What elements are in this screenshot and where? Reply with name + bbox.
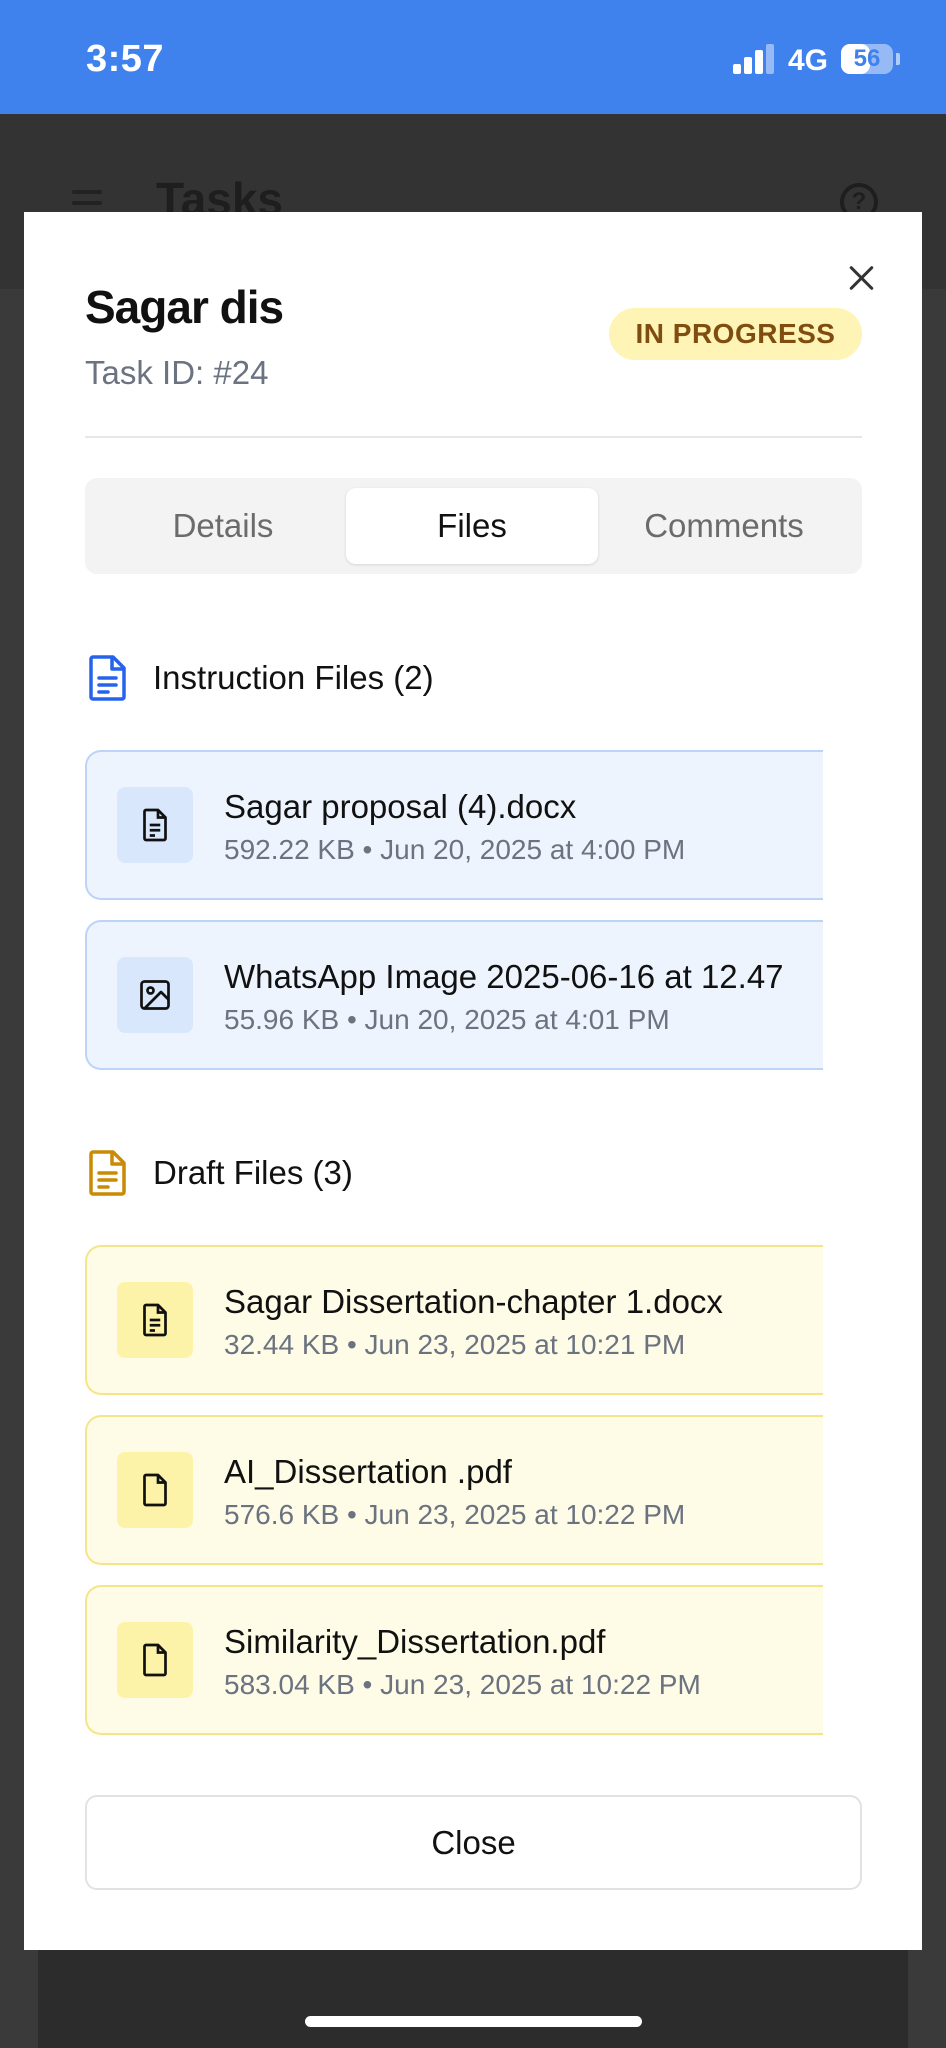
task-id: Task ID: #24	[85, 354, 269, 391]
status-badge: IN PROGRESS	[609, 308, 862, 360]
file-card[interactable]: Similarity_Dissertation.pdf 583.04 KB • …	[85, 1585, 823, 1735]
file-meta: 576.6 KB • Jun 23, 2025 at 10:22 PM	[224, 1499, 686, 1530]
divider	[85, 436, 862, 438]
file-card[interactable]: Sagar proposal (4).docx 592.22 KB • Jun …	[85, 750, 823, 900]
file-meta: 592.22 KB • Jun 20, 2025 at 4:00 PM	[224, 834, 686, 865]
signal-icon	[733, 44, 775, 74]
document-icon	[117, 1282, 193, 1358]
file-name: AI_Dissertation .pdf	[224, 1453, 512, 1490]
status-time: 3:57	[86, 38, 165, 80]
battery-icon: 56	[841, 44, 893, 74]
background-card	[38, 1950, 908, 2048]
file-card[interactable]: Sagar Dissertation-chapter 1.docx 32.44 …	[85, 1245, 823, 1395]
file-name: Similarity_Dissertation.pdf	[224, 1623, 606, 1660]
file-name: Sagar proposal (4).docx	[224, 788, 577, 825]
file-meta: 55.96 KB • Jun 20, 2025 at 4:01 PM	[224, 1004, 670, 1035]
file-name: Sagar Dissertation-chapter 1.docx	[224, 1283, 723, 1320]
close-button[interactable]: Close	[85, 1795, 862, 1890]
network-type: 4G	[788, 44, 829, 77]
document-icon	[89, 1150, 126, 1196]
file-card[interactable]: WhatsApp Image 2025-06-16 at 12.47 55.96…	[85, 920, 823, 1070]
document-icon	[89, 655, 126, 701]
file-icon	[117, 1622, 193, 1698]
tab-comments[interactable]: Comments	[598, 488, 850, 564]
instruction-files-heading: Instruction Files (2)	[153, 659, 434, 696]
tab-files[interactable]: Files	[346, 488, 598, 564]
close-icon[interactable]	[836, 252, 888, 304]
file-meta: 32.44 KB • Jun 23, 2025 at 10:21 PM	[224, 1329, 686, 1360]
tab-details[interactable]: Details	[97, 488, 349, 564]
home-indicator[interactable]	[305, 2016, 642, 2027]
battery-level: 56	[853, 45, 881, 72]
file-icon	[117, 1452, 193, 1528]
task-title: Sagar dis	[85, 281, 284, 333]
draft-files-heading: Draft Files (3)	[153, 1154, 353, 1191]
image-icon	[117, 957, 193, 1033]
document-icon	[117, 787, 193, 863]
file-name: WhatsApp Image 2025-06-16 at 12.47	[224, 958, 784, 995]
tab-bar: Details Files Comments	[85, 478, 862, 574]
status-bar: 3:57 4G 56	[0, 0, 946, 114]
file-card[interactable]: AI_Dissertation .pdf 576.6 KB • Jun 23, …	[85, 1415, 823, 1565]
file-meta: 583.04 KB • Jun 23, 2025 at 10:22 PM	[224, 1669, 701, 1700]
